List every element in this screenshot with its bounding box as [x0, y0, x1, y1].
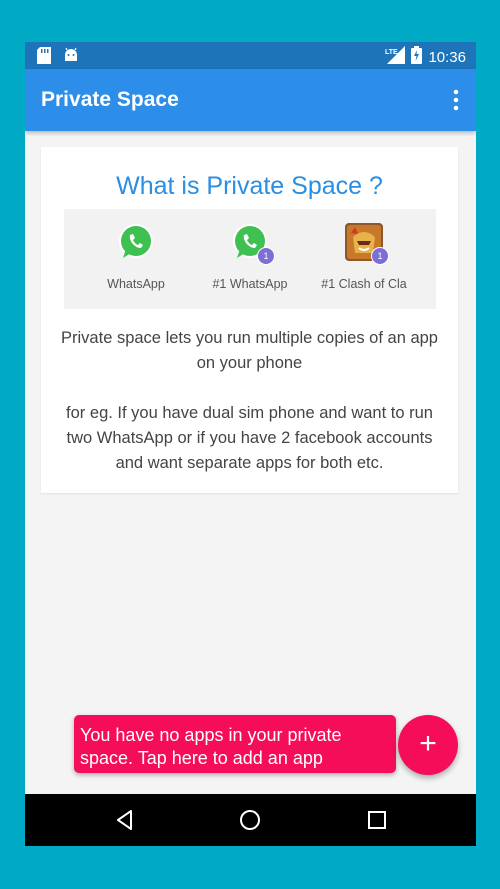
android-icon: [63, 47, 79, 69]
recents-icon[interactable]: [365, 808, 389, 832]
phone-screen: LTE 10:36 Private Space What is Private …: [25, 42, 476, 846]
overflow-menu-icon[interactable]: [452, 89, 460, 111]
app-label: #1 WhatsApp: [212, 277, 288, 291]
back-icon[interactable]: [113, 808, 137, 832]
card-title: What is Private Space ?: [116, 172, 383, 200]
lte-signal-icon: LTE: [385, 46, 406, 68]
add-app-button[interactable]: +: [398, 715, 458, 775]
whatsapp-icon: [117, 224, 155, 265]
page-title: Private Space: [41, 88, 179, 111]
clone-badge: 1: [371, 247, 389, 265]
app-item-whatsapp-clone: 1 #1 WhatsApp: [190, 223, 310, 291]
description-paragraph-2: for eg. If you have dual sim phone and w…: [66, 404, 433, 472]
status-time: 10:36: [428, 48, 466, 66]
app-item-whatsapp: WhatsApp: [76, 223, 196, 291]
empty-state-snackbar[interactable]: You have no apps in your private space. …: [74, 715, 396, 773]
app-label: #1 Clash of Cla: [321, 277, 407, 291]
description-paragraph-1: Private space lets you run multiple copi…: [61, 329, 438, 372]
status-bar: LTE 10:36: [25, 42, 476, 69]
app-item-clash-of-clans-clone: 1 #1 Clash of Cla: [304, 223, 424, 291]
info-card: What is Private Space ? WhatsApp 1 #1 Wh: [41, 147, 458, 493]
app-bar: Private Space: [25, 69, 476, 131]
app-label: WhatsApp: [107, 277, 165, 291]
clone-badge: 1: [257, 247, 275, 265]
home-icon[interactable]: [238, 808, 262, 832]
svg-text:LTE: LTE: [385, 49, 398, 56]
sd-card-icon: [37, 47, 51, 69]
battery-charging-icon: [411, 46, 423, 68]
example-apps-strip: WhatsApp 1 #1 WhatsApp 1 #1 Clash of Cla: [64, 209, 436, 309]
navigation-bar: [25, 794, 476, 846]
